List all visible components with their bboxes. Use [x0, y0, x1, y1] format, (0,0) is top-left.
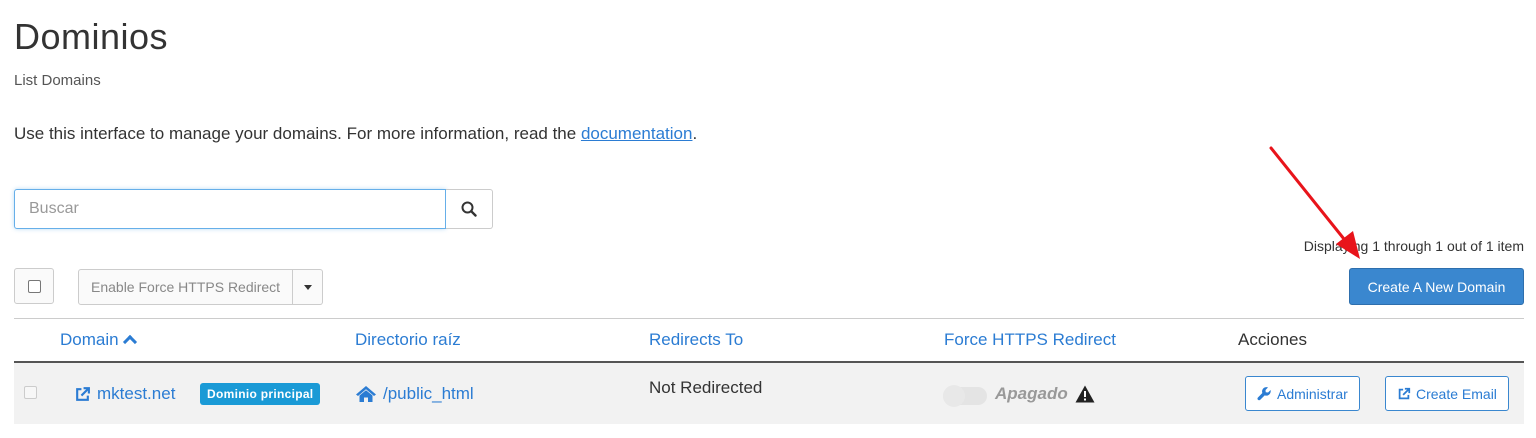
intro-text-suffix: . — [692, 124, 698, 143]
intro-text-main: Use this interface to manage your domain… — [14, 124, 581, 143]
bulk-action-dropdown[interactable] — [293, 269, 324, 305]
caret-down-icon — [303, 284, 312, 290]
column-header-domain-label: Domain — [60, 330, 119, 349]
caret-up-icon — [122, 334, 137, 350]
domain-link[interactable]: mktest.net — [74, 384, 175, 404]
column-header-redirects[interactable]: Redirects To — [649, 330, 743, 350]
table-top-border — [14, 318, 1524, 319]
home-icon — [356, 386, 376, 402]
domain-name: mktest.net — [97, 384, 176, 403]
bulk-action-group: Enable Force HTTPS Redirect — [78, 269, 324, 305]
search-bar — [14, 189, 493, 229]
primary-domain-badge: Dominio principal — [200, 383, 321, 405]
external-link-icon — [76, 386, 90, 401]
wrench-icon — [1257, 387, 1271, 401]
pagination-summary: Displaying 1 through 1 out of 1 item — [1303, 238, 1524, 254]
force-https-toggle[interactable] — [943, 385, 987, 407]
force-https-state: Apagado — [995, 384, 1068, 404]
create-email-button-label: Create Email — [1416, 385, 1497, 402]
enable-force-https-button[interactable]: Enable Force HTTPS Redirect — [78, 269, 294, 305]
root-directory-link[interactable]: /public_html — [355, 384, 474, 404]
search-input[interactable] — [14, 189, 446, 229]
column-header-root[interactable]: Directorio raíz — [355, 330, 461, 350]
select-all-box — [27, 279, 41, 293]
column-header-actions: Acciones — [1238, 330, 1307, 349]
external-link-icon — [1398, 387, 1411, 399]
search-icon — [461, 201, 477, 217]
manage-button[interactable]: Administrar — [1245, 376, 1360, 411]
create-domain-button[interactable]: Create A New Domain — [1349, 268, 1524, 305]
root-directory-path: /public_html — [383, 384, 474, 403]
page-subtitle: List Domains — [14, 72, 101, 89]
manage-button-label: Administrar — [1277, 385, 1348, 402]
search-button[interactable] — [446, 189, 493, 229]
column-header-domain[interactable]: Domain — [60, 330, 137, 350]
redirect-status: Not Redirected — [649, 378, 763, 397]
intro-text: Use this interface to manage your domain… — [14, 124, 697, 144]
documentation-link[interactable]: documentation — [581, 124, 693, 143]
page-title: Dominios — [14, 16, 169, 57]
create-email-button[interactable]: Create Email — [1385, 376, 1509, 411]
force-https-state-label: Apagado — [995, 384, 1068, 403]
select-all-checkbox[interactable] — [14, 268, 54, 304]
column-header-https[interactable]: Force HTTPS Redirect — [944, 330, 1116, 350]
warning-icon — [1075, 385, 1095, 403]
row-checkbox[interactable] — [24, 386, 37, 399]
